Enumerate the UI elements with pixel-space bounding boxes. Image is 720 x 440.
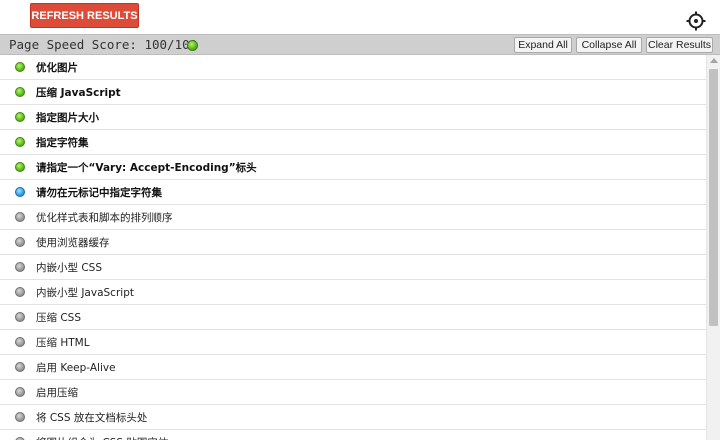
status-green-icon	[15, 112, 25, 122]
rule-label: 内嵌小型 CSS	[36, 262, 102, 274]
rule-label: 指定图片大小	[36, 112, 99, 124]
rule-label: 压缩 JavaScript	[36, 87, 121, 99]
rule-row[interactable]: 请指定一个“Vary: Accept-Encoding”标头	[0, 155, 706, 180]
rule-row[interactable]: 使用浏览器缓存	[0, 230, 706, 255]
rule-row[interactable]: 压缩 CSS	[0, 305, 706, 330]
rule-list: 优化图片压缩 JavaScript 指定图片大小 指定字符集请指定一个“Vary: …	[0, 55, 706, 440]
status-green-icon	[15, 162, 25, 172]
rule-label: 启用 Keep-Alive	[36, 362, 116, 374]
status-gray-icon	[15, 262, 25, 272]
rule-row[interactable]: 压缩 HTML	[0, 330, 706, 355]
rule-row[interactable]: 指定字符集	[0, 130, 706, 155]
status-gray-icon	[15, 237, 25, 247]
rule-row[interactable]: 优化样式表和脚本的排列顺序	[0, 205, 706, 230]
rule-row[interactable]: 内嵌小型 JavaScript	[0, 280, 706, 305]
status-gray-icon	[15, 212, 25, 222]
rule-label: 压缩 HTML	[36, 337, 90, 349]
expand-all-button[interactable]: Expand All	[514, 37, 572, 53]
toolbar: REFRESH RESULTS	[0, 0, 720, 34]
rule-row[interactable]: 启用压缩	[0, 380, 706, 405]
status-green-icon	[15, 137, 25, 147]
status-gray-icon	[15, 412, 25, 422]
rule-label: 将 CSS 放在文档标头处	[36, 412, 148, 424]
rule-row[interactable]: 压缩 JavaScript	[0, 80, 706, 105]
status-gray-icon	[15, 387, 25, 397]
rule-label: 内嵌小型 JavaScript	[36, 287, 134, 299]
scrollbar[interactable]	[706, 55, 720, 440]
rule-label: 指定字符集	[36, 137, 89, 149]
status-gray-icon	[15, 337, 25, 347]
rule-label: 使用浏览器缓存	[36, 237, 110, 249]
rule-label: 请指定一个“Vary: Accept-Encoding”标头	[36, 162, 257, 174]
rule-label: 将图片组合为 CSS 贴图实体	[36, 435, 168, 440]
status-green-icon	[15, 62, 25, 72]
rule-label: 请勿在元标记中指定字符集	[36, 187, 162, 199]
rule-row[interactable]: 将 CSS 放在文档标头处	[0, 405, 706, 430]
rule-label: 优化图片	[36, 62, 78, 74]
rule-row[interactable]: 启用 Keep-Alive	[0, 355, 706, 380]
clear-results-button[interactable]: Clear Results	[646, 37, 713, 53]
rule-row[interactable]: 内嵌小型 CSS	[0, 255, 706, 280]
rule-row[interactable]: 请勿在元标记中指定字符集	[0, 180, 706, 205]
score-status-icon	[187, 40, 198, 51]
status-gray-icon	[15, 312, 25, 322]
status-green-icon	[15, 87, 25, 97]
refresh-results-button[interactable]: REFRESH RESULTS	[30, 3, 139, 28]
scroll-thumb[interactable]	[709, 69, 718, 326]
rule-row[interactable]: 优化图片	[0, 55, 706, 80]
rule-row[interactable]: 将图片组合为 CSS 贴图实体	[0, 430, 706, 440]
rule-row[interactable]: 指定图片大小	[0, 105, 706, 130]
collapse-all-button[interactable]: Collapse All	[576, 37, 642, 53]
rule-label: 压缩 CSS	[36, 312, 81, 324]
page-speed-score-title: Page Speed Score: 100/100	[9, 37, 198, 52]
status-gray-icon	[15, 362, 25, 372]
scroll-up-arrow-icon[interactable]	[710, 58, 718, 63]
status-gray-icon	[15, 287, 25, 297]
rule-label: 启用压缩	[36, 387, 78, 399]
score-header: Page Speed Score: 100/100 Expand All Col…	[0, 34, 720, 55]
rule-label: 优化样式表和脚本的排列顺序	[36, 212, 173, 224]
gear-icon[interactable]	[686, 11, 706, 31]
status-blue-icon	[15, 187, 25, 197]
